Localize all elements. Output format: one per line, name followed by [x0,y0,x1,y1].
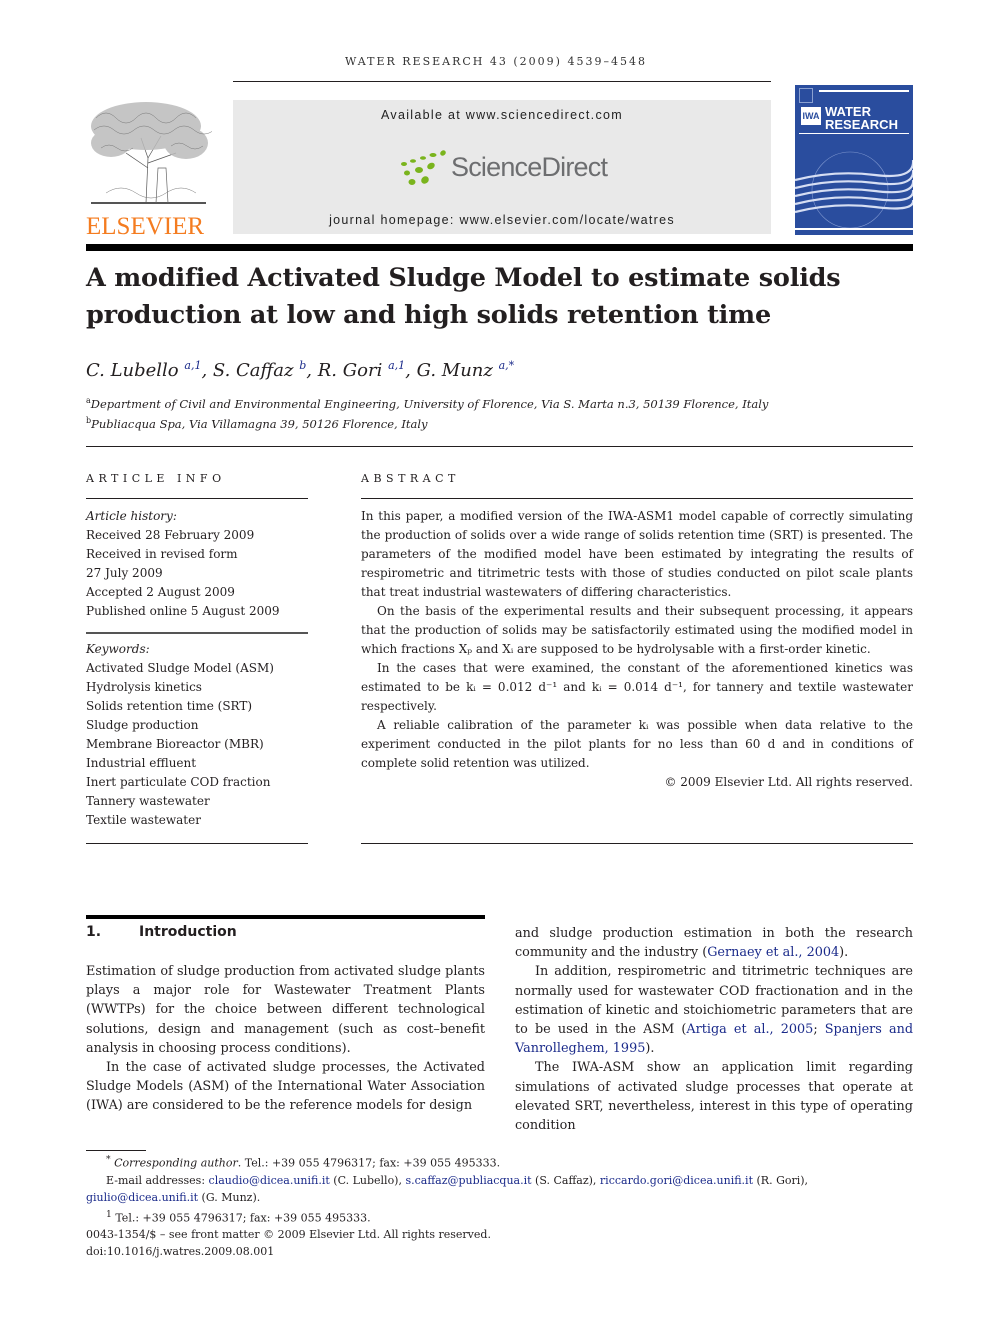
corresponding-author-note: * Corresponding author. Tel.: +39 055 47… [106,1154,501,1170]
abstract-paragraph: In the cases that were examined, the con… [361,661,913,713]
email-link[interactable]: s.caffaz@publiacqua.it [405,1174,531,1187]
abstract-copyright: © 2009 Elsevier Ltd. All rights reserved… [664,775,913,789]
author[interactable]: C. Lubello a,1, [86,359,213,381]
citation-link[interactable]: Artiga et al., 2005 [686,1022,813,1037]
article-info-rule [86,498,308,499]
abstract-paragraph: In this paper, a modified version of the… [361,509,913,599]
keyword: Hydrolysis kinetics [86,680,202,694]
introduction-left-column: Estimation of sludge production from act… [86,962,485,1116]
abstract-paragraph: On the basis of the experimental results… [361,604,913,656]
elsevier-wordmark: ELSEVIER [86,213,205,240]
keywords: Keywords: Activated Sludge Model (ASM) H… [86,640,308,830]
introduction-right-column: and sludge production estimation in both… [515,924,913,1135]
author-affil-mark[interactable]: a,* [499,359,515,372]
body-paragraph: and sludge production estimation in both… [515,926,913,961]
iwa-badge: IWA [801,107,821,125]
cover-divider [799,133,909,134]
history-item: Published online 5 August 2009 [86,604,280,618]
article-title: A modified Activated Sludge Model to est… [86,263,841,330]
masthead-bottom-rule [86,244,913,251]
history-item: Received in revised form [86,547,238,561]
author-affil-mark[interactable]: a,1 [184,359,201,372]
article-history: Article history: Received 28 February 20… [86,507,308,621]
masthead-top-rule [233,81,771,82]
history-item: 27 July 2009 [86,566,163,580]
keyword: Activated Sludge Model (ASM) [86,661,274,675]
abstract-paragraph: A reliable calibration of the parameter … [361,718,913,770]
abstract-heading: ABSTRACT [361,472,460,485]
article-info-heading: ARTICLE INFO [86,472,226,485]
section-number: 1. [86,924,102,940]
journal-homepage-link[interactable]: journal homepage: www.elsevier.com/locat… [233,213,771,227]
keyword: Sludge production [86,718,199,732]
section-title: Introduction [139,924,237,940]
cover-elsevier-mini-logo [799,88,813,103]
cover-title: WATER RESEARCH [825,105,898,131]
journal-cover[interactable]: IWA WATER RESEARCH [795,85,913,235]
body-paragraph: In addition, respirometric and titrimetr… [515,964,914,1057]
keyword: Inert particulate COD fraction [86,775,271,789]
sciencedirect-banner: Available at www.sciencedirect.com Scien… [233,100,771,234]
sciencedirect-logo[interactable]: ScienceDirect [399,148,609,188]
sciencedirect-dots-icon [401,150,446,185]
author[interactable]: R. Gori a,1, [318,359,417,381]
abstract-body: In this paper, a modified version of the… [361,507,913,792]
body-paragraph: Estimation of sludge production from act… [86,964,485,1056]
author-affil-mark[interactable]: a,1 [388,359,405,372]
author[interactable]: S. Caffaz b, [213,359,318,381]
history-item: Received 28 February 2009 [86,528,255,542]
affiliation-b: bPubliacqua Spa, Via Villamagna 39, 5012… [86,416,428,431]
body-paragraph: In the case of activated sludge processe… [86,1060,485,1114]
keywords-label: Keywords: [86,642,150,656]
email-link[interactable]: riccardo.gori@dicea.unifi.it [600,1174,753,1187]
footnotes: * Corresponding author. Tel.: +39 055 47… [86,1151,916,1260]
sciencedirect-wordmark: ScienceDirect [451,152,608,182]
available-at-link[interactable]: Available at www.sciencedirect.com [233,108,771,122]
cover-title-line2: RESEARCH [825,117,898,132]
author-list: C. Lubello a,1, S. Caffaz b, R. Gori a,1… [86,359,916,381]
keyword: Textile wastewater [86,813,201,827]
history-rule [86,632,308,634]
cover-wave-graphic [795,151,913,230]
keyword: Industrial effluent [86,756,197,770]
email-addresses-note: E-mail addresses: claudio@dicea.unifi.it… [86,1173,809,1204]
body-paragraph: The IWA-ASM show an application limit re… [515,1060,913,1134]
affiliation-a: aDepartment of Civil and Environmental E… [86,396,769,411]
keywords-rule [86,843,308,844]
doi-link[interactable]: doi:10.1016/j.watres.2009.08.001 [86,1243,916,1260]
history-label: Article history: [86,509,177,523]
elsevier-tree-icon [91,102,215,204]
issn-line: 0043-1354/$ – see front matter © 2009 El… [86,1228,491,1242]
keyword: Solids retention time (SRT) [86,699,253,713]
email-link[interactable]: claudio@dicea.unifi.it [209,1174,330,1187]
footnote-1: 1 Tel.: +39 055 4796317; fax: +39 055 49… [106,1208,371,1225]
citation-link[interactable]: Gernaey et al., 2004 [707,945,839,960]
keyword: Membrane Bioreactor (MBR) [86,737,264,751]
affiliation-rule [86,446,913,447]
elsevier-logo[interactable]: ELSEVIER [86,98,215,240]
introduction-rule [86,915,485,919]
author[interactable]: G. Munz a,* [417,359,515,381]
running-head: WATER RESEARCH 43 (2009) 4539–4548 [345,55,647,68]
cover-top-bar [819,90,909,92]
introduction-heading: 1. Introduction [86,924,237,940]
history-item: Accepted 2 August 2009 [86,585,235,599]
abstract-rule [361,498,913,499]
email-link[interactable]: giulio@dicea.unifi.it [86,1191,198,1204]
keyword: Tannery wastewater [86,794,210,808]
abstract-end-rule [361,843,913,844]
